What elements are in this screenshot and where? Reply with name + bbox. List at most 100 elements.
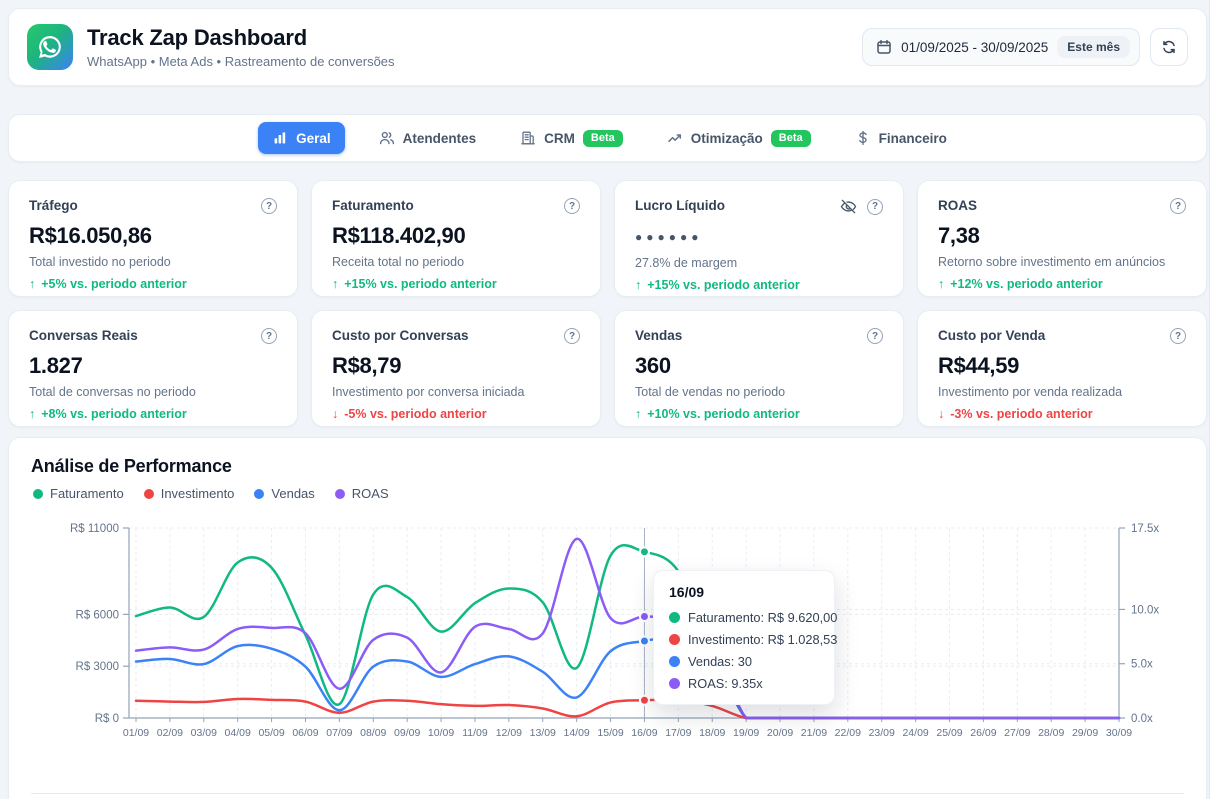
kpi-subtitle: Receita total no periodo [332, 255, 580, 269]
svg-text:25/09: 25/09 [936, 727, 962, 739]
kpi-delta-text: -5% vs. periodo anterior [344, 407, 486, 421]
beta-badge: Beta [583, 130, 623, 147]
help-icon[interactable]: ? [261, 328, 277, 344]
bar-chart-icon [272, 130, 288, 146]
header-titles: Track Zap Dashboard WhatsApp • Meta Ads … [87, 25, 395, 69]
kpi-value: R$16.050,86 [29, 221, 277, 250]
svg-text:12/09: 12/09 [496, 727, 522, 739]
kpi-delta-text: +5% vs. periodo anterior [41, 277, 187, 291]
tab-atendentes[interactable]: Atendentes [369, 122, 487, 154]
svg-text:16/09: 16/09 [631, 727, 657, 739]
kpi-subtitle: Retorno sobre investimento em anúncios [938, 255, 1186, 269]
kpi-value: R$118.402,90 [332, 221, 580, 250]
help-icon[interactable]: ? [1170, 328, 1186, 344]
help-icon[interactable]: ? [867, 199, 883, 215]
trend-up-icon [667, 130, 683, 146]
kpi-value: R$44,59 [938, 351, 1186, 380]
svg-text:10.0x: 10.0x [1131, 604, 1159, 616]
kpi-subtitle: Total investido no periodo [29, 255, 277, 269]
kpi-delta: ↓-3% vs. periodo anterior [938, 407, 1186, 421]
page-subtitle: WhatsApp • Meta Ads • Rastreamento de co… [87, 54, 395, 69]
performance-chart-card: Análise de Performance FaturamentoInvest… [8, 437, 1207, 799]
svg-text:18/09: 18/09 [699, 727, 725, 739]
svg-text:11/09: 11/09 [462, 727, 488, 739]
svg-text:15/09: 15/09 [597, 727, 623, 739]
help-icon[interactable]: ? [867, 328, 883, 344]
svg-text:01/09: 01/09 [123, 727, 149, 739]
kpi-subtitle: Investimento por conversa iniciada [332, 385, 580, 399]
kpi-delta-text: +15% vs. periodo anterior [647, 278, 799, 292]
svg-text:09/09: 09/09 [394, 727, 420, 739]
tooltip-rows: Faturamento: R$ 9.620,00Investimento: R$… [669, 610, 819, 691]
help-icon[interactable]: ? [564, 198, 580, 214]
tab-label: Geral [296, 131, 331, 146]
kpi-card-roas: ROAS?7,38Retorno sobre investimento em a… [917, 180, 1207, 297]
eye-off-icon[interactable] [840, 198, 857, 215]
kpi-card-custo-por-conversas: Custo por Conversas?R$8,79Investimento p… [311, 310, 601, 427]
svg-text:0.0x: 0.0x [1131, 713, 1153, 725]
svg-text:27/09: 27/09 [1004, 727, 1030, 739]
svg-text:R$ 0: R$ 0 [95, 713, 119, 725]
header-right: 01/09/2025 - 30/09/2025 Este mês [862, 28, 1188, 66]
kpi-card-lucro-l-quido: Lucro Líquido?●●●●●●27.8% de margem↑+15%… [614, 180, 904, 297]
svg-text:07/09: 07/09 [326, 727, 352, 739]
tooltip-dot [669, 612, 680, 623]
svg-text:28/09: 28/09 [1038, 727, 1064, 739]
kpi-value: R$8,79 [332, 351, 580, 380]
people-icon [379, 130, 395, 146]
date-range-button[interactable]: 01/09/2025 - 30/09/2025 Este mês [862, 28, 1140, 66]
svg-text:14/09: 14/09 [564, 727, 590, 739]
refresh-button[interactable] [1150, 28, 1188, 66]
svg-text:19/09: 19/09 [733, 727, 759, 739]
tooltip-text: ROAS: 9.35x [688, 676, 763, 691]
kpi-title: ROAS [938, 198, 977, 213]
chart-canvas[interactable]: R$ 11000R$ 6000R$ 3000R$ 017.5x10.0x5.0x… [9, 438, 1206, 768]
scrollbar[interactable] [1209, 0, 1219, 799]
kpi-title: Custo por Venda [938, 328, 1045, 343]
svg-text:06/09: 06/09 [292, 727, 318, 739]
svg-text:10/09: 10/09 [428, 727, 454, 739]
kpi-title: Faturamento [332, 198, 414, 213]
kpi-delta-text: +15% vs. periodo anterior [344, 277, 496, 291]
svg-text:17.5x: 17.5x [1131, 523, 1159, 535]
divider [31, 793, 1184, 794]
calendar-icon [876, 39, 892, 55]
tab-otimiza-o[interactable]: OtimizaçãoBeta [657, 122, 821, 155]
date-preset-badge: Este mês [1057, 36, 1130, 58]
kpi-subtitle: Investimento por venda realizada [938, 385, 1186, 399]
kpi-card-faturamento: Faturamento? R$118.402,90 Receita total no… [311, 180, 601, 297]
svg-text:R$ 11000: R$ 11000 [70, 523, 119, 535]
kpi-card-conversas-reais: Conversas Reais?1.827Total de conversas … [8, 310, 298, 427]
tab-geral[interactable]: Geral [258, 122, 345, 154]
svg-text:R$ 3000: R$ 3000 [76, 661, 119, 673]
arrow-up-icon: ↑ [29, 277, 35, 291]
tooltip-row-faturamento: Faturamento: R$ 9.620,00 [669, 610, 819, 625]
kpi-delta: ↑+15% vs. periodo anterior [635, 278, 883, 292]
kpi-subtitle: Total de vendas no periodo [635, 385, 883, 399]
kpi-delta-text: +12% vs. periodo anterior [950, 277, 1102, 291]
svg-text:29/09: 29/09 [1072, 727, 1098, 739]
tooltip-row-roas: ROAS: 9.35x [669, 676, 819, 691]
tooltip-date: 16/09 [669, 584, 819, 600]
tooltip-text: Faturamento: R$ 9.620,00 [688, 610, 837, 625]
help-icon[interactable]: ? [261, 198, 277, 214]
arrow-up-icon: ↑ [332, 277, 338, 291]
svg-text:22/09: 22/09 [835, 727, 861, 739]
kpi-delta: ↑+12% vs. periodo anterior [938, 277, 1186, 291]
arrow-down-icon: ↓ [332, 407, 338, 421]
kpi-card-custo-por-venda: Custo por Venda? R$44,59 Investimento por … [917, 310, 1207, 427]
svg-text:24/09: 24/09 [902, 727, 928, 739]
kpi-delta: ↑+10% vs. periodo anterior [635, 407, 883, 421]
svg-text:17/09: 17/09 [665, 727, 691, 739]
tab-financeiro[interactable]: Financeiro [845, 122, 957, 154]
beta-badge: Beta [771, 130, 811, 147]
tooltip-text: Vendas: 30 [688, 654, 752, 669]
help-icon[interactable]: ? [564, 328, 580, 344]
help-icon[interactable]: ? [1170, 198, 1186, 214]
arrow-up-icon: ↑ [635, 407, 641, 421]
kpi-value: 1.827 [29, 351, 277, 380]
kpi-subtitle: Total de conversas no periodo [29, 385, 277, 399]
kpi-delta: ↑ +15% vs. periodo anterior [332, 277, 580, 291]
dollar-icon [855, 130, 871, 146]
tab-crm[interactable]: CRMBeta [510, 122, 633, 155]
